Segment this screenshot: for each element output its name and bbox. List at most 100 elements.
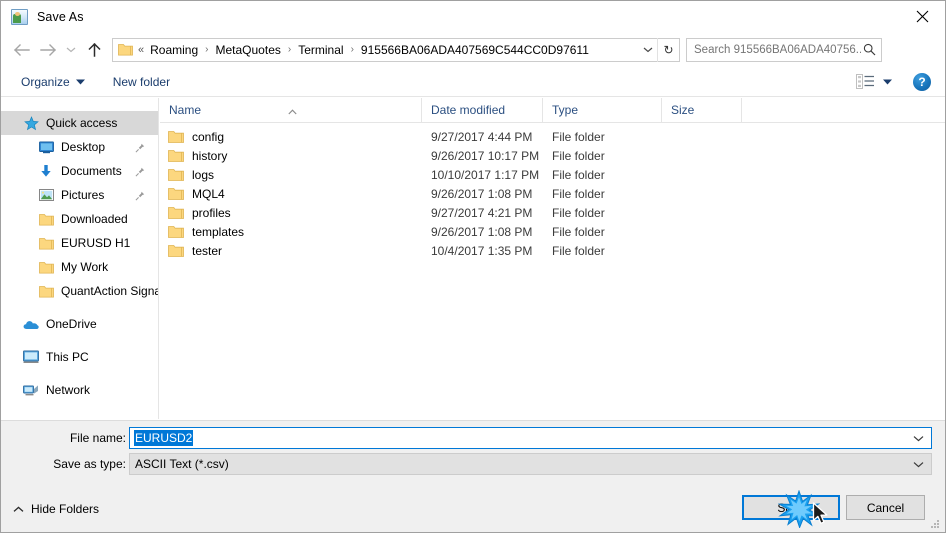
table-row[interactable]: MQL4 9/26/2017 1:08 PM File folder — [160, 184, 945, 203]
file-name-cell: MQL4 — [160, 187, 422, 201]
file-name-cell: tester — [160, 244, 422, 258]
file-name-input[interactable]: EURUSD2 — [129, 427, 932, 449]
file-name-label: MQL4 — [192, 186, 225, 201]
file-date-cell: 9/27/2017 4:44 PM — [431, 129, 533, 144]
refresh-button[interactable]: ↻ — [657, 37, 679, 62]
close-button[interactable] — [899, 1, 945, 32]
sidebar-item-eurusd-h1[interactable]: EURUSD H1 — [1, 231, 158, 255]
search-icon[interactable] — [861, 43, 877, 56]
save-as-type-label: Save as type: — [53, 457, 126, 471]
table-row[interactable]: logs 10/10/2017 1:17 PM File folder — [160, 165, 945, 184]
column-header-row: Name Date modified Type Size — [160, 97, 945, 123]
column-header-label: Size — [671, 102, 695, 117]
save-button-label: Save — [777, 500, 805, 515]
cancel-button-label: Cancel — [866, 500, 905, 515]
sidebar-item-label: Quick access — [46, 116, 118, 130]
column-header-size[interactable]: Size — [662, 97, 742, 123]
sidebar-item-network[interactable]: Network — [1, 378, 158, 402]
breadcrumb-separator: › — [205, 44, 209, 55]
column-header-date-modified[interactable]: Date modified — [422, 97, 543, 123]
up-arrow-icon — [87, 42, 101, 57]
folder-icon — [38, 211, 54, 227]
file-name-cell: logs — [160, 168, 422, 182]
column-header-label: Type — [552, 102, 579, 117]
sidebar-item-quantaction-signal[interactable]: QuantAction Signal — [1, 279, 158, 303]
recent-locations-button[interactable] — [61, 37, 81, 63]
sidebar-item-this-pc[interactable]: This PC — [1, 345, 158, 369]
address-dropdown-button[interactable] — [639, 46, 657, 53]
column-header-name[interactable]: Name — [160, 97, 422, 123]
breadcrumb-roaming[interactable]: Roaming — [148, 42, 200, 58]
folder-icon — [118, 43, 133, 56]
help-icon: ? — [918, 74, 926, 89]
file-date-cell: 9/27/2017 4:21 PM — [431, 205, 533, 220]
breadcrumb-metaquotes[interactable]: MetaQuotes — [214, 42, 283, 58]
resize-grip-icon[interactable] — [929, 517, 941, 529]
chevron-down-icon — [66, 47, 76, 53]
cancel-button[interactable]: Cancel — [846, 495, 925, 520]
table-row[interactable]: templates 9/26/2017 1:08 PM File folder — [160, 222, 945, 241]
pin-icon — [135, 190, 145, 201]
download-icon — [38, 163, 54, 179]
folder-icon — [168, 149, 184, 163]
chevron-down-icon[interactable] — [913, 459, 924, 470]
hide-folders-button[interactable]: Hide Folders — [13, 502, 99, 516]
breadcrumb-terminal[interactable]: Terminal — [296, 42, 345, 58]
navigation-bar: « Roaming › MetaQuotes › Terminal › 9155… — [1, 32, 945, 67]
folder-icon — [168, 225, 184, 239]
refresh-icon: ↻ — [663, 42, 674, 57]
sidebar-item-label: Network — [46, 383, 91, 397]
window-title: Save As — [37, 9, 84, 24]
caret-up-icon — [13, 506, 24, 512]
organize-button[interactable]: Organize — [15, 72, 91, 92]
table-row[interactable]: profiles 9/27/2017 4:21 PM File folder — [160, 203, 945, 222]
breadcrumb-separator: › — [287, 44, 292, 55]
sidebar-item-pictures[interactable]: Pictures — [1, 183, 158, 207]
search-input[interactable] — [694, 43, 862, 56]
save-as-type-select[interactable]: ASCII Text (*.csv) — [129, 453, 932, 475]
new-folder-label: New folder — [112, 74, 171, 89]
pictures-icon — [38, 187, 54, 203]
table-row[interactable]: tester 10/4/2017 1:35 PM File folder — [160, 241, 945, 260]
sidebar-item-documents[interactable]: Documents — [1, 159, 158, 183]
cloud-icon — [23, 316, 39, 332]
column-header-type[interactable]: Type — [543, 97, 662, 123]
column-header-label: Name — [169, 102, 202, 117]
pin-icon — [135, 166, 145, 177]
folder-icon — [168, 206, 184, 220]
sidebar-item-my-work[interactable]: My Work — [1, 255, 158, 279]
breadcrumb-current-folder[interactable]: 915566BA06ADA407569C544CC0D97611 — [359, 42, 591, 58]
back-arrow-icon — [14, 43, 30, 56]
sidebar-item-label: EURUSD H1 — [61, 236, 131, 250]
caret-up-icon — [288, 99, 297, 114]
sidebar-item-quick-access[interactable]: Quick access — [1, 111, 158, 135]
sidebar-item-label: Documents — [61, 164, 122, 178]
chevron-down-icon[interactable] — [913, 433, 924, 444]
up-button[interactable] — [81, 37, 107, 63]
folder-icon — [38, 283, 54, 299]
table-row[interactable]: config 9/27/2017 4:44 PM File folder — [160, 127, 945, 146]
address-bar[interactable]: « Roaming › MetaQuotes › Terminal › 9155… — [112, 37, 680, 62]
table-row[interactable]: history 9/26/2017 10:17 PM File folder — [160, 146, 945, 165]
new-folder-button[interactable]: New folder — [107, 72, 176, 92]
sidebar-item-downloaded[interactable]: Downloaded — [1, 207, 158, 231]
sidebar-item-label: Pictures — [61, 188, 105, 202]
save-button[interactable]: Save — [742, 495, 840, 520]
sidebar-item-desktop[interactable]: Desktop — [1, 135, 158, 159]
change-view-button[interactable] — [851, 71, 897, 92]
file-name-label: templates — [192, 224, 245, 239]
file-date-cell: 9/26/2017 1:08 PM — [431, 224, 533, 239]
save-as-dialog: Save As « Roaming › MetaQuotes › Termina… — [0, 0, 946, 533]
folder-icon — [168, 168, 184, 182]
address-overflow-indicator[interactable]: « — [138, 44, 144, 56]
help-button[interactable]: ? — [913, 72, 931, 91]
file-name-value[interactable]: EURUSD2 — [134, 430, 194, 446]
forward-button[interactable] — [35, 37, 61, 63]
hide-folders-label: Hide Folders — [31, 502, 100, 516]
search-box[interactable] — [686, 37, 882, 62]
sidebar-item-onedrive[interactable]: OneDrive — [1, 312, 158, 336]
back-button[interactable] — [9, 37, 35, 63]
